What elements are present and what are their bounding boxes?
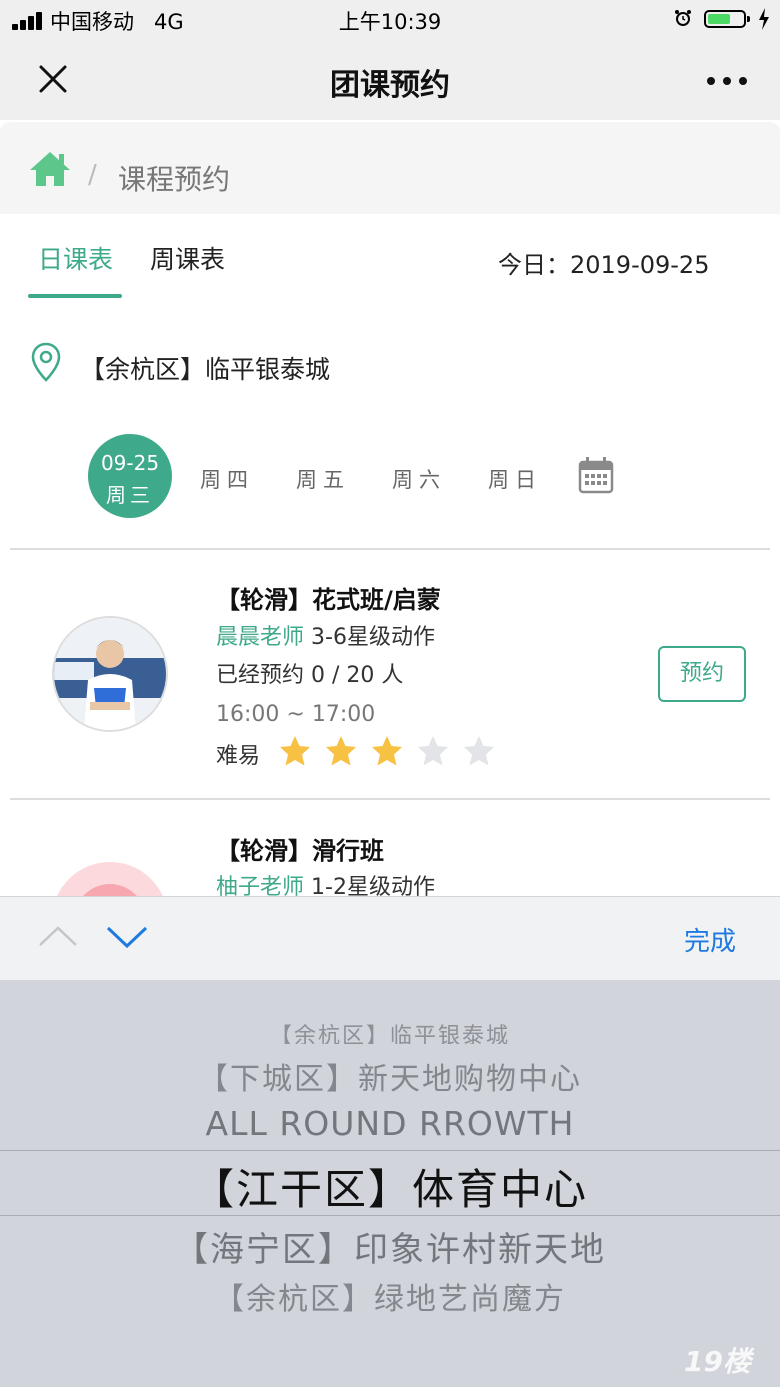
date-item-active[interactable]: 09-25 周三: [88, 434, 172, 518]
breadcrumb: / 课程预约: [0, 122, 780, 214]
location-selector[interactable]: 【余杭区】临平银泰城: [80, 350, 330, 386]
course-title: 【轮滑】花式班/启蒙: [216, 586, 441, 614]
star-filled-icon: [326, 736, 356, 766]
date-item-fri[interactable]: 周五: [296, 464, 350, 494]
coach-avatar: [52, 616, 168, 732]
date-item-thu[interactable]: 周四: [200, 464, 254, 494]
difficulty-rating: [278, 734, 508, 768]
teacher-name[interactable]: 晨晨老师: [216, 625, 304, 650]
picker-option[interactable]: 【余杭区】临平银泰城: [0, 1018, 780, 1044]
more-icon[interactable]: [706, 76, 748, 86]
location-pin-icon: [31, 342, 61, 382]
breadcrumb-separator: /: [88, 160, 97, 190]
page-title: 团课预约: [330, 68, 450, 103]
active-tab-indicator: [28, 294, 122, 298]
calendar-icon[interactable]: [578, 456, 614, 494]
nav-bar: 团课预约: [0, 40, 780, 120]
date-item-sun[interactable]: 周日: [488, 464, 542, 494]
picker-toolbar: 完成: [0, 896, 780, 981]
chevron-down-icon[interactable]: [106, 925, 148, 949]
picker-option[interactable]: 【下城区】新天地购物中心: [0, 1054, 780, 1098]
book-button[interactable]: 预约: [658, 646, 746, 702]
status-time: 上午10:39: [338, 10, 442, 34]
star-empty-icon: [464, 736, 494, 766]
alarm-icon: [675, 10, 691, 26]
divider: [10, 798, 770, 800]
star-filled-icon: [280, 736, 310, 766]
date-item-sat[interactable]: 周六: [392, 464, 446, 494]
picker-option[interactable]: 【海宁区】印象许村新天地: [0, 1222, 780, 1271]
course-time: 16:00 ~ 17:00: [216, 702, 376, 727]
selection-top-line: [0, 1150, 780, 1151]
breadcrumb-current: 课程预约: [118, 163, 231, 196]
status-bar: 中国移动 4G 上午10:39: [0, 0, 780, 40]
active-weekday: 周三: [106, 483, 154, 507]
booking-count: 已经预约 0 / 20 人: [216, 663, 404, 688]
charging-icon: [759, 8, 769, 30]
selection-bottom-line: [0, 1215, 780, 1216]
course-teacher-line: 晨晨老师 3-6星级动作: [216, 619, 435, 651]
battery-icon: [704, 10, 750, 28]
watermark-logo: 19楼: [684, 1345, 751, 1378]
home-icon[interactable]: [28, 150, 72, 188]
active-date: 09-25: [100, 451, 160, 475]
star-empty-icon: [418, 736, 448, 766]
chevron-up-icon[interactable]: [38, 925, 78, 947]
difficulty-label: 难易: [216, 744, 261, 769]
done-button[interactable]: 完成: [684, 921, 736, 958]
course-title: 【轮滑】滑行班: [216, 837, 384, 865]
tab-daily-schedule[interactable]: 日课表: [38, 240, 113, 276]
today-date: 今日：2019-09-25: [498, 251, 710, 279]
location-picker-wheel[interactable]: 【余杭区】临平银泰城 【下城区】新天地购物中心 ALL ROUND RROWTH…: [0, 980, 780, 1387]
course-level: 3-6星级动作: [311, 625, 435, 650]
picker-option-selected[interactable]: 【江干区】体育中心: [0, 1156, 780, 1217]
divider: [10, 548, 770, 550]
picker-option[interactable]: ALL ROUND RROWTH: [0, 1104, 780, 1143]
tab-weekly-schedule[interactable]: 周课表: [150, 240, 225, 276]
star-filled-icon: [372, 736, 402, 766]
picker-option[interactable]: 【余杭区】绿地艺尚魔方: [0, 1274, 780, 1318]
